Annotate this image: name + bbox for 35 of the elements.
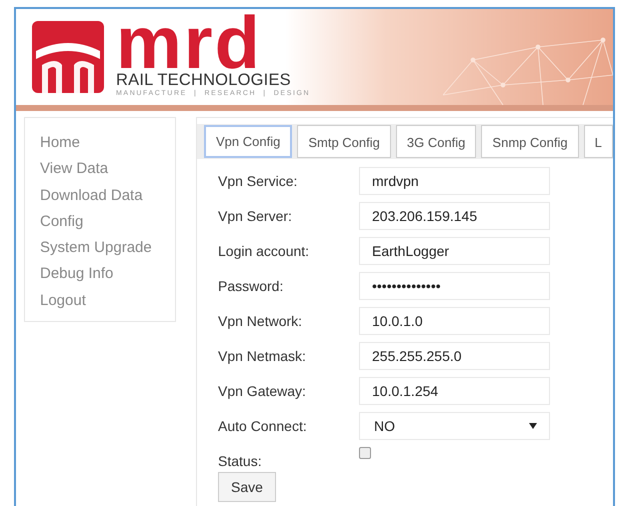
nav-link[interactable]: Config: [40, 208, 175, 236]
nav-link[interactable]: Download Data: [40, 182, 175, 209]
tab[interactable]: L: [584, 125, 613, 158]
save-button[interactable]: Save: [218, 472, 276, 502]
field-label: Password:: [218, 278, 284, 294]
field-label: Status:: [218, 452, 263, 469]
nav-link[interactable]: Logout: [40, 288, 175, 314]
password-field[interactable]: ••••••••••••••: [359, 272, 550, 300]
tab[interactable]: Vpn Config: [204, 125, 292, 158]
tab[interactable]: Smtp Config: [297, 125, 391, 158]
input-field[interactable]: 203.206.159.145: [359, 202, 550, 230]
tab[interactable]: 3G Config: [396, 125, 476, 158]
field-label: Vpn Network:: [218, 313, 304, 329]
input-field[interactable]: 10.0.1.254: [359, 377, 550, 405]
field-label: Vpn Service:: [218, 173, 298, 189]
logo-icon: [32, 21, 104, 93]
logo-text: mrd: [116, 16, 262, 70]
nav-link[interactable]: System Upgrade: [40, 235, 175, 262]
nav-link[interactable]: Debug Info: [40, 261, 175, 288]
nav-link[interactable]: View Data: [40, 156, 175, 183]
input-field[interactable]: 10.0.1.0: [359, 307, 550, 335]
checkbox[interactable]: [359, 447, 371, 459]
company-name: RAIL TECHNOLOGIES: [116, 70, 292, 88]
dropdown[interactable]: NO: [359, 412, 550, 440]
input-field[interactable]: 255.255.255.0: [359, 342, 550, 370]
field-label: Auto Connect:: [218, 418, 308, 434]
field-label: Login account:: [218, 243, 310, 259]
nav-link[interactable]: Home: [40, 130, 175, 156]
tab[interactable]: Snmp Config: [481, 125, 579, 158]
field-label: Vpn Gateway:: [218, 383, 307, 399]
field-label: Vpn Netmask:: [218, 348, 307, 364]
input-field[interactable]: EarthLogger: [359, 237, 550, 265]
input-field[interactable]: mrdvpn: [359, 167, 550, 195]
field-label: Vpn Server:: [218, 208, 293, 224]
caret-icon: [529, 423, 537, 429]
